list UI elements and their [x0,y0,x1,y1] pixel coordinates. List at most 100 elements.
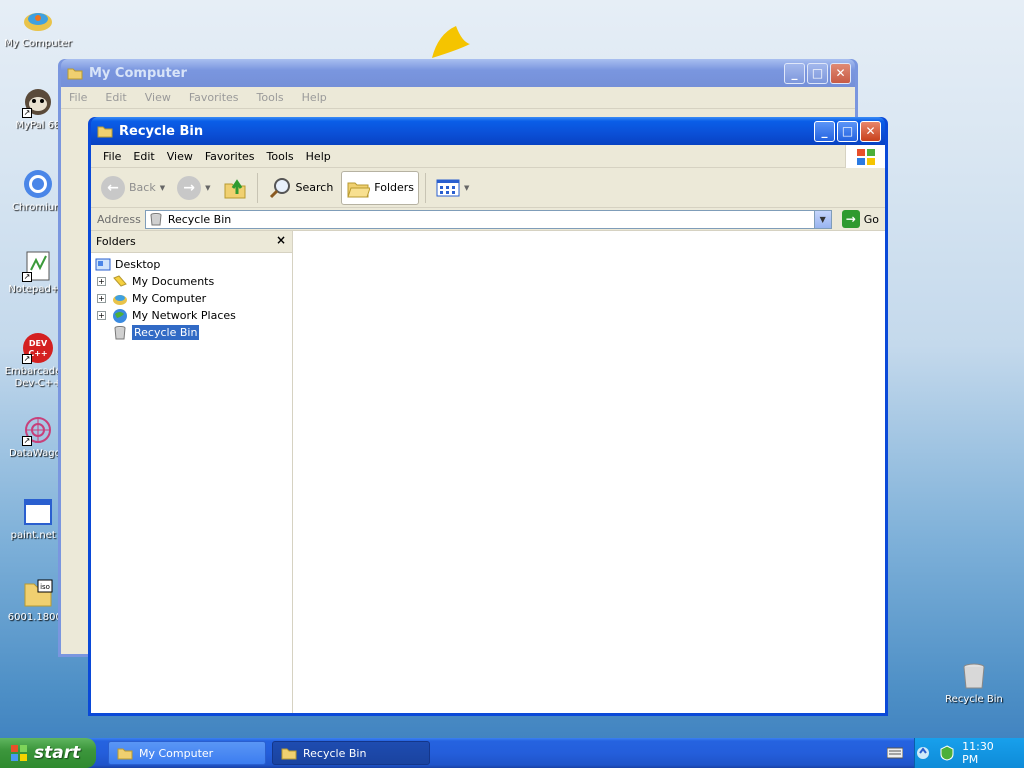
tree-item-label: My Computer [132,292,207,305]
folder-icon [117,748,133,760]
menu-view[interactable]: View [145,91,171,104]
forward-button[interactable]: → ▼ [173,171,214,205]
views-button[interactable]: ▼ [432,171,473,205]
chromium-icon [22,168,54,200]
chevron-down-icon: ▼ [205,183,211,192]
svg-text:DEV: DEV [29,339,48,348]
menu-tools[interactable]: Tools [261,150,300,163]
search-button[interactable]: Search [264,171,338,205]
views-icon [436,179,460,196]
iso-file-icon: iso [22,578,54,610]
svg-text:iso: iso [40,583,50,591]
folder-icon [97,126,113,138]
menu-file[interactable]: File [69,91,87,104]
keyboard-icon[interactable] [887,747,903,759]
shortcut-arrow-icon: ↗ [22,272,32,282]
menu-edit[interactable]: Edit [127,150,160,163]
folders-pane-title: Folders [96,235,136,248]
folder-tree: Desktop + My Documents + My Computer + M… [91,253,292,341]
taskbar: start My Computer Recycle Bin 11:30 PM [0,738,1024,768]
folder-icon [67,68,83,80]
menu-help[interactable]: Help [302,91,327,104]
go-arrow-icon: → [841,210,860,228]
folders-pane: Folders × Desktop + My Documents + My Co… [91,231,293,713]
computer-icon [113,294,127,305]
minimize-button[interactable]: _ [814,120,835,142]
close-pane-button[interactable]: × [276,233,286,247]
computer-icon [22,4,54,36]
address-input[interactable]: Recycle Bin ▼ [144,209,832,229]
file-list-pane[interactable] [293,231,885,713]
menu-view[interactable]: View [161,150,199,163]
menu-favorites[interactable]: Favorites [189,91,239,104]
toolbar: ← Back ▼ → ▼ Search Folders ▼ [91,168,885,208]
menu-file[interactable]: File [97,150,127,163]
close-button[interactable]: ✕ [860,120,881,142]
address-value: Recycle Bin [167,212,232,226]
back-button[interactable]: ← Back ▼ [97,171,169,205]
maximize-button[interactable]: □ [807,62,828,84]
tree-item-desktop[interactable]: Desktop [91,256,292,273]
menu-help[interactable]: Help [300,150,337,163]
tree-item-label-selected: Recycle Bin [132,325,200,340]
windows-logo-icon [11,745,27,761]
expand-button[interactable]: + [97,311,106,320]
paintnet-icon [22,496,54,528]
tree-item-recycle-bin[interactable]: Recycle Bin [91,324,292,341]
toolbar-separator [425,172,427,203]
desktop-icon [95,258,111,270]
menu-favorites[interactable]: Favorites [199,150,261,163]
address-dropdown-button[interactable]: ▼ [813,210,831,228]
folders-icon [347,182,371,197]
search-label: Search [295,181,334,194]
taskbar-button-my-computer[interactable]: My Computer [108,741,266,765]
back-arrow-icon: ← [101,175,125,200]
menu-edit[interactable]: Edit [105,91,126,104]
folders-label: Folders [374,181,415,194]
datawagon-icon: ↗ [22,414,54,446]
window-titlebar[interactable]: Recycle Bin _ □ ✕ [91,117,885,145]
minimize-button[interactable]: _ [784,62,805,84]
chevron-down-icon: ▼ [464,183,470,192]
menu-tools[interactable]: Tools [257,91,284,104]
tree-item-my-network-places[interactable]: + My Network Places [91,307,292,324]
window-titlebar[interactable]: My Computer _ □ ✕ [61,59,855,87]
tree-item-label: Desktop [115,258,161,271]
menu-bar: File Edit View Favorites Tools Help [91,145,885,168]
tree-item-my-computer[interactable]: + My Computer [91,290,292,307]
window-title: My Computer [89,65,187,81]
window-title: Recycle Bin [119,123,204,139]
clock[interactable]: 11:30 PM [962,740,1012,766]
shortcut-arrow-icon: ↗ [22,354,32,364]
expand-button[interactable]: + [97,294,106,303]
tree-item-label: My Network Places [132,309,236,322]
taskbar-button-recycle-bin[interactable]: Recycle Bin [272,741,430,765]
wallpaper-shape [432,26,470,58]
tree-item-label: My Documents [132,275,215,288]
recycle-bin-window[interactable]: Recycle Bin _ □ ✕ File Edit View Favorit… [88,117,888,716]
folders-button[interactable]: Folders [341,170,420,205]
network-globe-icon [113,308,127,323]
shortcut-arrow-icon: ↗ [22,436,32,446]
network-status-icon[interactable] [915,745,931,761]
recycle-bin-icon [958,660,990,692]
shortcut-arrow-icon: ↗ [22,108,32,118]
security-shield-icon[interactable] [939,745,955,761]
start-label: start [34,743,81,763]
address-bar: Address Recycle Bin ▼ → Go [91,208,885,231]
go-label: Go [863,212,879,226]
tree-item-my-documents[interactable]: + My Documents [91,273,292,290]
folders-pane-header: Folders × [91,231,292,253]
go-button[interactable]: → Go [836,210,885,228]
documents-icon [113,274,127,287]
maximize-button[interactable]: □ [837,120,858,142]
close-button[interactable]: ✕ [830,62,851,84]
desktop-icon-my-computer[interactable]: My Computer [2,4,74,49]
expand-button[interactable]: + [97,277,106,286]
recycle-bin-icon [150,213,162,226]
up-folder-icon [224,178,245,198]
desktop-icon-recycle-bin[interactable]: Recycle Bin [938,660,1010,705]
taskbar-button-label: My Computer [139,746,214,760]
up-folder-button[interactable] [219,171,251,205]
start-button[interactable]: start [0,738,96,768]
